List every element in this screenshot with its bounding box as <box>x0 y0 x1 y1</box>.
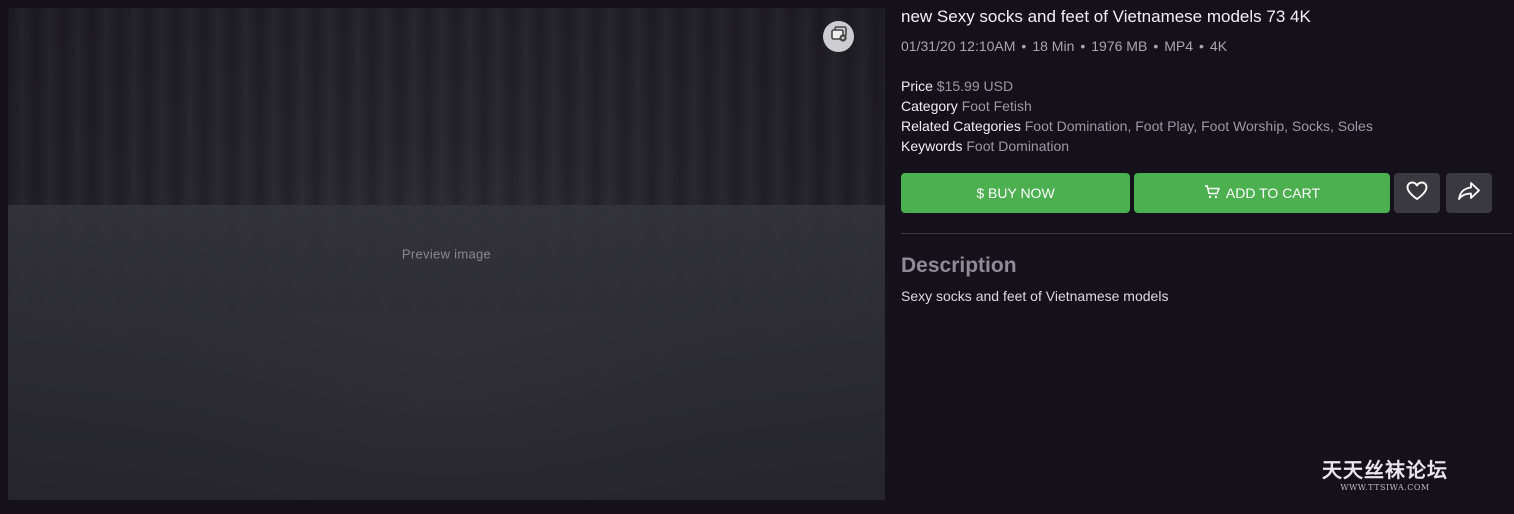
product-meta: 01/31/20 12:10AM • 18 Min • 1976 MB • MP4 • 4K <box>901 38 1227 54</box>
related-categories-links[interactable]: Foot Domination, Foot Play, Foot Worship… <box>1025 118 1373 134</box>
meta-separator: • <box>1199 38 1204 54</box>
meta-separator: • <box>1153 38 1159 54</box>
share-button[interactable] <box>1446 173 1492 213</box>
price-row: Price $15.99 USD <box>901 78 1013 94</box>
share-icon <box>1457 181 1481 206</box>
favorite-button[interactable] <box>1394 173 1440 213</box>
preview-placeholder-label: Preview image <box>401 246 492 262</box>
keywords-row: Keywords Foot Domination <box>901 138 1069 154</box>
meta-separator: • <box>1080 38 1086 54</box>
watermark-url: WWW.TTSIWA.COM <box>1340 483 1430 492</box>
heart-icon <box>1406 181 1428 206</box>
buy-now-label: $ BUY NOW <box>976 185 1055 201</box>
section-divider <box>901 233 1512 234</box>
keyword-link[interactable]: Foot Domination <box>966 138 1069 154</box>
meta-duration: 18 Min <box>1032 38 1075 54</box>
cart-icon <box>1204 184 1220 202</box>
related-categories-label: Related Categories <box>901 118 1021 134</box>
gallery-icon <box>830 25 848 48</box>
description-heading: Description <box>901 254 1017 277</box>
product-title: new Sexy socks and feet of Vietnamese mo… <box>901 7 1311 26</box>
category-link[interactable]: Foot Fetish <box>962 98 1032 114</box>
category-label: Category <box>901 98 958 114</box>
watermark-title: 天天丝袜论坛 <box>1322 458 1448 482</box>
keywords-label: Keywords <box>901 138 963 154</box>
meta-date: 01/31/20 12:10AM <box>901 38 1016 54</box>
add-to-cart-button[interactable]: ADD TO CART <box>1134 173 1390 213</box>
product-preview-image[interactable]: Preview image <box>8 8 885 500</box>
related-categories-row: Related Categories Foot Domination, Foot… <box>901 118 1373 134</box>
category-row: Category Foot Fetish <box>901 98 1032 114</box>
watermark: 天天丝袜论坛 WWW.TTSIWA.COM <box>1322 454 1448 492</box>
meta-format: MP4 <box>1164 38 1194 54</box>
add-to-cart-label: ADD TO CART <box>1225 185 1321 201</box>
meta-separator: • <box>1021 38 1027 54</box>
price-label: Price <box>901 78 933 94</box>
meta-size: 1976 MB <box>1091 38 1148 54</box>
buy-now-button[interactable]: $ BUY NOW <box>901 173 1130 213</box>
meta-quality: 4K <box>1209 38 1228 54</box>
price-value: $15.99 USD <box>936 78 1014 94</box>
gallery-button[interactable] <box>823 21 854 52</box>
description-text: Sexy socks and feet of Vietnamese models <box>901 288 1169 304</box>
